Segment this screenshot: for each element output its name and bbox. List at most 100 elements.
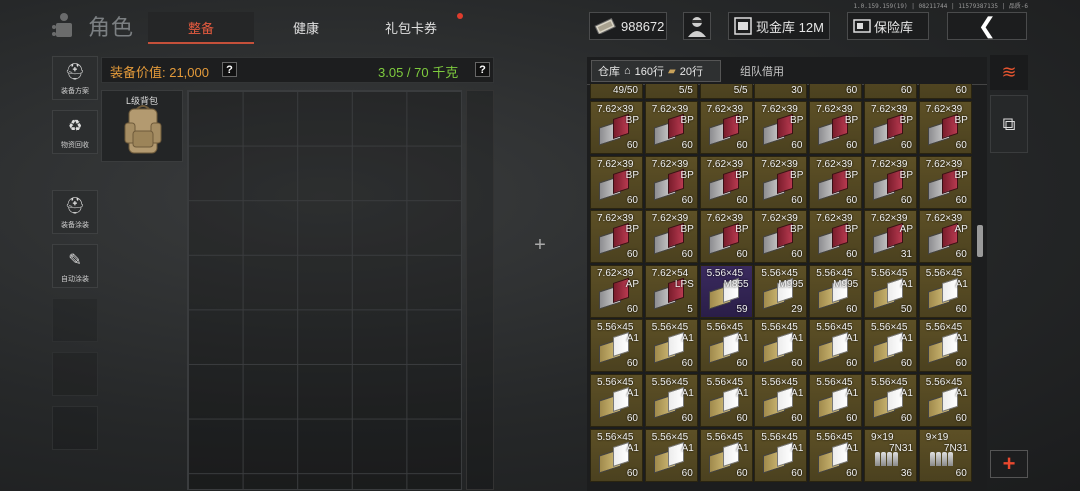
cash-icon bbox=[594, 18, 616, 34]
warehouse-item[interactable]: 5.56×45 A1 60 bbox=[754, 374, 808, 427]
tab-warehouse[interactable]: 仓库 ⌂ 160行 ▰ 20行 bbox=[591, 60, 721, 82]
warehouse-item[interactable]: 7.62×39 BP 60 bbox=[699, 101, 753, 154]
stack-button[interactable]: ⧉ bbox=[990, 95, 1028, 153]
ammo-type: A1 bbox=[955, 388, 968, 399]
warehouse-item[interactable]: 7.62×39 BP 60 bbox=[644, 210, 698, 264]
warehouse-item[interactable]: 7.62×39 BP 60 bbox=[918, 155, 972, 209]
add-button[interactable]: + bbox=[990, 450, 1028, 478]
warehouse-item[interactable]: 5.56×45 A1 60 bbox=[754, 428, 808, 482]
warehouse-item[interactable]: 5.56×45 A1 60 bbox=[644, 319, 698, 373]
warehouse-item[interactable]: 60 bbox=[864, 84, 917, 99]
cash-vault-button[interactable]: 现金库 12M bbox=[728, 12, 830, 40]
warehouse-item[interactable]: 7.62×39 BP 60 bbox=[590, 210, 643, 264]
avatar-button[interactable] bbox=[683, 12, 711, 40]
warehouse-item[interactable]: 7.62×39 BP 60 bbox=[590, 101, 643, 154]
empty-slot bbox=[52, 298, 98, 342]
warehouse-item[interactable]: 5.56×45 A1 60 bbox=[918, 264, 972, 318]
warehouse-item[interactable]: 7.62×39 BP 60 bbox=[809, 155, 863, 209]
item-count: 60 bbox=[736, 249, 748, 261]
safe-button[interactable]: 保险库 bbox=[847, 12, 929, 40]
paint-button[interactable]: ⛑ 装备涂装 bbox=[52, 190, 98, 234]
sort-button[interactable]: ≋ bbox=[990, 55, 1028, 90]
tab-equip[interactable]: 整备 bbox=[148, 12, 254, 44]
warehouse-item[interactable]: 5.56×45 A1 60 bbox=[864, 319, 917, 373]
ammo-caliber: 7.62×39 bbox=[816, 104, 853, 115]
tab-team-borrow[interactable]: 组队借用 bbox=[740, 63, 784, 79]
warehouse-item[interactable]: 7.62×39 BP 60 bbox=[809, 210, 863, 264]
warehouse-item[interactable]: 7.62×39 BP 60 bbox=[590, 155, 643, 209]
warehouse-item[interactable]: 5.56×45 A1 60 bbox=[864, 374, 917, 427]
item-count: 60 bbox=[900, 85, 912, 96]
warehouse-item[interactable]: 5.56×45 A1 60 bbox=[918, 319, 972, 373]
warehouse-item[interactable]: 5.56×45 A1 60 bbox=[644, 428, 698, 482]
item-count: 60 bbox=[626, 467, 638, 479]
warehouse-item[interactable]: 7.62×54 LPS 5 bbox=[644, 264, 698, 318]
warehouse-item[interactable]: 60 bbox=[809, 84, 863, 99]
tab-health[interactable]: 健康 bbox=[253, 12, 359, 42]
warehouse-item[interactable]: 5/5 bbox=[644, 84, 698, 99]
ammo-type: A1 bbox=[845, 388, 859, 399]
warehouse-item[interactable]: 7.62×39 BP 60 bbox=[864, 155, 917, 209]
warehouse-item[interactable]: 7.62×39 AP 60 bbox=[918, 210, 972, 264]
warehouse-item[interactable]: 60 bbox=[918, 84, 972, 99]
warehouse-scrollbar[interactable] bbox=[976, 90, 984, 485]
warehouse-item[interactable]: 5.56×45 A1 60 bbox=[918, 374, 972, 427]
warehouse-item[interactable]: 5.56×45 A1 60 bbox=[699, 319, 753, 373]
warehouse-item[interactable]: 7.62×39 BP 60 bbox=[918, 101, 972, 154]
recycle-button[interactable]: ♻ 物资回收 bbox=[52, 110, 98, 154]
warehouse-item[interactable]: 5.56×45 M995 29 bbox=[754, 264, 808, 318]
warehouse-item[interactable]: 5.56×45 A1 60 bbox=[699, 374, 753, 427]
value-help-button[interactable]: ? bbox=[222, 62, 237, 77]
warehouse-item[interactable]: 7.62×39 BP 60 bbox=[809, 101, 863, 154]
warehouse-item[interactable]: 7.62×39 BP 60 bbox=[699, 155, 753, 209]
warehouse-item[interactable]: 5.56×45 A1 60 bbox=[590, 319, 643, 373]
warehouse-item[interactable]: 5.56×45 M995 60 bbox=[809, 264, 863, 318]
warehouse-item[interactable]: 7.62×39 BP 60 bbox=[864, 101, 917, 154]
item-count: 60 bbox=[681, 194, 693, 206]
warehouse-item[interactable]: 5.56×45 A1 60 bbox=[809, 374, 863, 427]
warehouse-item[interactable]: 49/50 bbox=[590, 84, 643, 99]
warehouse-item[interactable]: 7.62×39 BP 60 bbox=[754, 155, 808, 209]
loadout-button[interactable]: ⛑ 装备方案 bbox=[52, 56, 98, 100]
warehouse-grid[interactable]: 49/50 5/5 5/5 30 60 60 60 7.62×39 BP 60 7.62×39 BP 6… bbox=[590, 84, 975, 491]
ammo-type: M855 bbox=[723, 278, 749, 290]
money-display[interactable]: 988672 bbox=[589, 12, 667, 40]
tab-gift[interactable]: 礼包卡券 bbox=[358, 12, 464, 42]
warehouse-item[interactable]: 5.56×45 A1 50 bbox=[864, 264, 917, 318]
warehouse-item[interactable]: 5.56×45 M855 59 bbox=[699, 264, 753, 318]
warehouse-item[interactable]: 5.56×45 A1 60 bbox=[699, 428, 753, 482]
warehouse-item[interactable]: 9×19 7N31 36 bbox=[864, 428, 917, 482]
auto-paint-button[interactable]: ✎ 自动涂装 bbox=[52, 244, 98, 288]
warehouse-item[interactable]: 7.62×39 BP 60 bbox=[754, 210, 808, 264]
ammo-caliber: 5.56×45 bbox=[925, 267, 963, 279]
warehouse-item[interactable]: 30 bbox=[754, 84, 808, 99]
item-count: 60 bbox=[736, 413, 748, 424]
ammo-type: A1 bbox=[626, 333, 639, 345]
warehouse-item[interactable]: 9×19 7N31 60 bbox=[918, 428, 972, 482]
character-icon bbox=[52, 13, 80, 39]
back-button[interactable]: ❮ bbox=[947, 12, 1027, 40]
ammo-caliber: 7.62×39 bbox=[871, 213, 908, 225]
warehouse-scroll-thumb[interactable] bbox=[977, 225, 983, 257]
warehouse-item[interactable]: 5.56×45 A1 60 bbox=[644, 374, 698, 427]
weight-help-button[interactable]: ? bbox=[475, 62, 490, 77]
warehouse-item[interactable]: 7.62×39 AP 60 bbox=[590, 264, 643, 318]
warehouse-item[interactable]: 5.56×45 A1 60 bbox=[590, 374, 643, 427]
ammo-box-icon bbox=[818, 332, 849, 364]
warehouse-item[interactable]: 7.62×39 BP 60 bbox=[644, 101, 698, 154]
warehouse-item[interactable]: 5.56×45 A1 60 bbox=[754, 319, 808, 373]
ammo-caliber: 7.62×39 bbox=[816, 213, 853, 225]
warehouse-item[interactable]: 5.56×45 A1 60 bbox=[809, 428, 863, 482]
warehouse-item[interactable]: 5.56×45 A1 60 bbox=[590, 428, 643, 482]
backpack-grid[interactable] bbox=[187, 90, 462, 490]
warehouse-item[interactable]: 5/5 bbox=[699, 84, 753, 99]
warehouse-item[interactable]: 5.56×45 A1 60 bbox=[809, 319, 863, 373]
ammo-caliber: 7.62×39 bbox=[706, 158, 744, 170]
warehouse-item[interactable]: 7.62×39 BP 60 bbox=[644, 155, 698, 209]
warehouse-item[interactable]: 7.62×39 AP 31 bbox=[864, 210, 917, 264]
ammo-box-icon bbox=[653, 386, 684, 419]
warehouse-item[interactable]: 7.62×39 BP 60 bbox=[754, 101, 808, 154]
warehouse-item[interactable]: 7.62×39 BP 60 bbox=[699, 210, 753, 264]
backpack-slot[interactable]: L级背包 bbox=[101, 90, 183, 162]
ammo-box-icon bbox=[708, 168, 739, 201]
